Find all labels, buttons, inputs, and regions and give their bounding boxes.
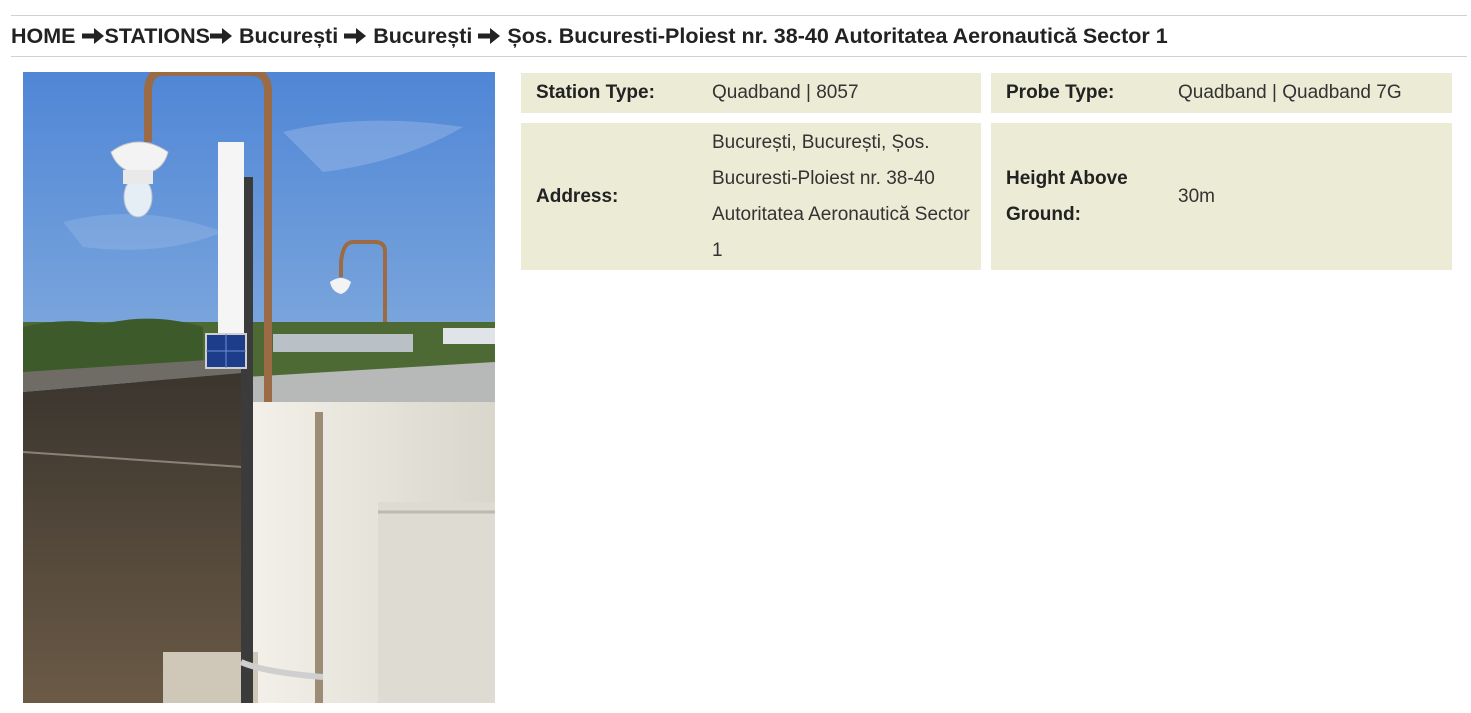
probe-type-value: Quadband | Quadband 7G: [1178, 82, 1402, 103]
station-type-label: Station Type:: [536, 82, 655, 103]
breadcrumb: HOME STATIONS București București Șos. B…: [11, 15, 1467, 57]
breadcrumb-county[interactable]: București: [239, 24, 338, 49]
arrow-right-icon: [344, 27, 367, 45]
arrow-right-icon: [210, 27, 233, 45]
breadcrumb-current: Șos. Bucuresti-Ploiest nr. 38-40 Autorit…: [507, 23, 1168, 48]
probe-type-panel: Probe Type: Quadband | Quadband 7G: [991, 73, 1452, 113]
arrow-right-icon: [478, 27, 501, 45]
station-type-value: Quadband | 8057: [712, 82, 859, 103]
height-panel: Height Above Ground: 30m: [991, 123, 1452, 270]
probe-type-label: Probe Type:: [1006, 82, 1115, 103]
arrow-right-icon: [81, 27, 105, 45]
breadcrumb-city[interactable]: București: [373, 24, 472, 49]
station-photo: [23, 72, 495, 703]
station-type-panel: Station Type: Quadband | 8057: [521, 73, 981, 113]
address-panel: Address: București, București, Șos. Bucu…: [521, 123, 981, 270]
height-label: Height Above Ground:: [1006, 167, 1128, 225]
address-value: București, București, Șos. Bucuresti-Plo…: [712, 132, 970, 261]
breadcrumb-stations[interactable]: STATIONS: [105, 24, 211, 49]
height-value: 30m: [1178, 185, 1215, 207]
breadcrumb-home[interactable]: HOME: [11, 24, 76, 49]
address-label: Address:: [536, 185, 619, 207]
